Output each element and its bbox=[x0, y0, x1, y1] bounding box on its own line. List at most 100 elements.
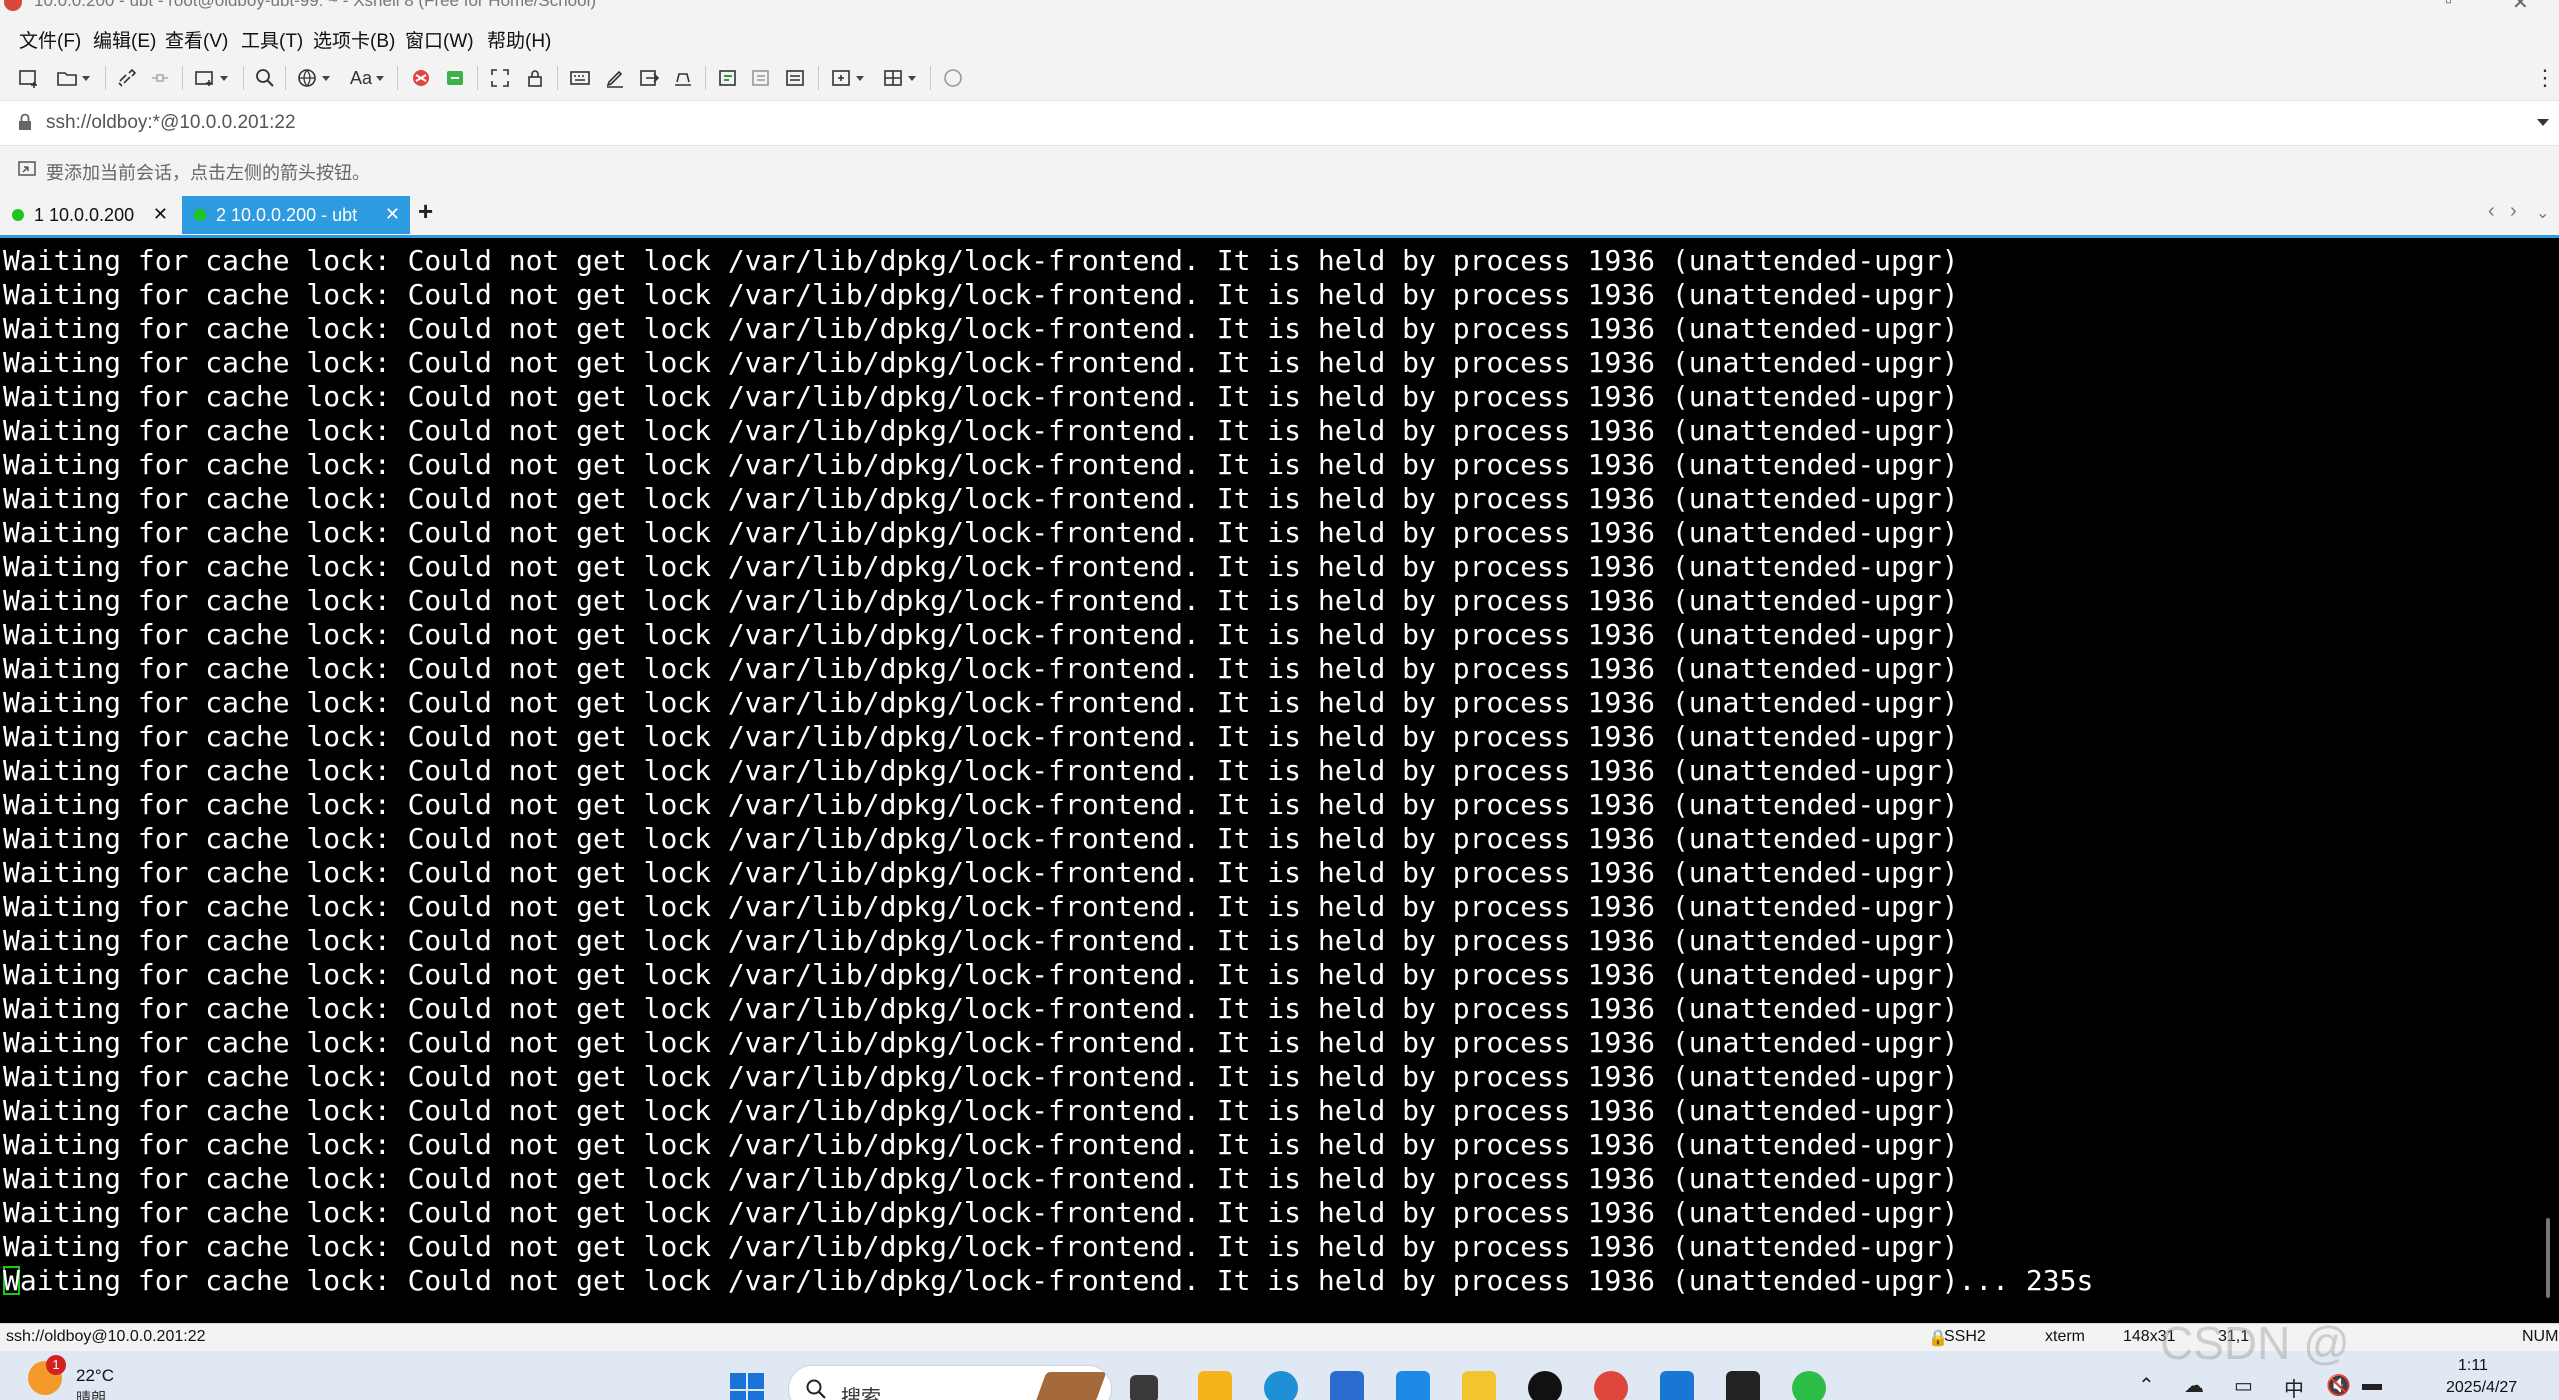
disconnect-icon[interactable] bbox=[145, 63, 175, 93]
weather-temperature: 22°C bbox=[76, 1366, 114, 1385]
compose-icon[interactable] bbox=[668, 63, 698, 93]
highlight-icon[interactable] bbox=[713, 63, 743, 93]
taskbar-search-box[interactable]: 搜索 bbox=[788, 1365, 1112, 1400]
status-terminal-type: xterm bbox=[2045, 1328, 2085, 1345]
menu-window[interactable]: 窗口(W) bbox=[405, 26, 474, 53]
close-tab-icon[interactable]: ✕ bbox=[385, 204, 400, 225]
address-dropdown-icon[interactable] bbox=[2537, 119, 2549, 126]
search-highlight-image bbox=[1035, 1372, 1107, 1400]
search-placeholder: 搜索 bbox=[841, 1387, 881, 1400]
folder-icon[interactable] bbox=[1462, 1371, 1496, 1400]
toolbar-divider bbox=[285, 66, 286, 90]
display-icon[interactable]: ▭ bbox=[2234, 1373, 2253, 1398]
keyboard-icon[interactable] bbox=[565, 63, 595, 93]
search-icon bbox=[805, 1378, 827, 1400]
terminal-line: Waiting for cache lock: Could not get lo… bbox=[3, 448, 1959, 481]
terminal-output[interactable]: Waiting for cache lock: Could not get lo… bbox=[0, 238, 2537, 1323]
menu-view[interactable]: 查看(V) bbox=[165, 26, 228, 53]
menu-tabs[interactable]: 选项卡(B) bbox=[313, 26, 395, 53]
edge-browser-icon[interactable] bbox=[1264, 1371, 1298, 1400]
close-tab-icon[interactable]: ✕ bbox=[153, 204, 168, 225]
tab-list-dropdown-icon[interactable]: ⌄ bbox=[2536, 203, 2549, 223]
qq-penguin-icon[interactable] bbox=[1528, 1371, 1562, 1400]
network-cloud-icon[interactable]: ☁ bbox=[2184, 1373, 2204, 1398]
open-folder-icon[interactable] bbox=[52, 63, 90, 93]
menu-help[interactable]: 帮助(H) bbox=[487, 26, 551, 53]
toolbar: Aa ⋮ bbox=[0, 56, 2559, 100]
add-session-arrow-icon[interactable] bbox=[18, 160, 38, 183]
terminal-scrollbar[interactable] bbox=[2537, 238, 2559, 1323]
terminal-line: Waiting for cache lock: Could not get lo… bbox=[3, 788, 1959, 821]
toolbar-divider bbox=[105, 66, 106, 90]
address-input[interactable]: ssh://oldboy:*@10.0.0.201:22 bbox=[46, 112, 296, 134]
status-connection: ssh://oldboy@10.0.0.201:22 bbox=[6, 1328, 206, 1345]
terminal-line: Waiting for cache lock: Could not get lo… bbox=[3, 1196, 1959, 1229]
terminal-line: Waiting for cache lock: Could not get lo… bbox=[3, 346, 1959, 379]
tab-scroll-right-icon[interactable]: › bbox=[2510, 200, 2517, 223]
fullscreen-icon[interactable] bbox=[485, 63, 515, 93]
menu-tools[interactable]: 工具(T) bbox=[241, 26, 303, 53]
find-icon[interactable] bbox=[250, 63, 280, 93]
close-window-button[interactable]: ✕ bbox=[2512, 0, 2529, 15]
new-tab-icon[interactable] bbox=[190, 63, 228, 93]
clock-date[interactable]: 2025/4/27 bbox=[2446, 1379, 2517, 1397]
notion-icon[interactable] bbox=[1726, 1371, 1760, 1400]
xftp-icon[interactable] bbox=[440, 63, 470, 93]
address-bar[interactable]: ssh://oldboy:*@10.0.0.201:22 bbox=[0, 100, 2559, 146]
toolbar-divider bbox=[397, 66, 398, 90]
tab-scroll-left-icon[interactable]: ‹ bbox=[2488, 200, 2495, 223]
task-view-icon[interactable] bbox=[1130, 1375, 1158, 1400]
ime-indicator[interactable]: 中 bbox=[2284, 1373, 2304, 1400]
terminal-line: Waiting for cache lock: Could not get lo… bbox=[3, 618, 1959, 651]
battery-icon[interactable]: ▬ bbox=[2362, 1373, 2382, 1396]
notepad-icon[interactable] bbox=[1660, 1371, 1694, 1400]
menu-file[interactable]: 文件(F) bbox=[19, 26, 81, 53]
terminal-line: Waiting for cache lock: Could not get lo… bbox=[3, 924, 1959, 957]
show-hidden-icons-icon[interactable]: ⌃ bbox=[2138, 1373, 2155, 1398]
tab-session-2[interactable]: 2 10.0.0.200 - ubt ✕ bbox=[182, 196, 410, 234]
terminal-line: Waiting for cache lock: Could not get lo… bbox=[3, 1094, 1959, 1127]
lock-icon[interactable] bbox=[520, 63, 550, 93]
layout-icon[interactable] bbox=[878, 63, 916, 93]
vscode-icon[interactable] bbox=[1396, 1371, 1430, 1400]
toolbar-divider bbox=[477, 66, 478, 90]
new-window-icon[interactable] bbox=[826, 63, 864, 93]
notes-icon[interactable] bbox=[780, 63, 810, 93]
log-icon[interactable] bbox=[746, 63, 776, 93]
clock-time[interactable]: 1:11 bbox=[2458, 1357, 2488, 1375]
reconnect-icon[interactable] bbox=[112, 63, 142, 93]
file-explorer-folder-icon[interactable] bbox=[1198, 1371, 1232, 1400]
terminal-line: Waiting for cache lock: Could not get lo… bbox=[3, 1026, 1959, 1059]
terminal-line: Waiting for cache lock: Could not get lo… bbox=[3, 278, 1959, 311]
session-hint-text: 要添加当前会话，点击左侧的箭头按钮。 bbox=[46, 163, 370, 183]
terminal-line: Waiting for cache lock: Could not get lo… bbox=[3, 822, 1959, 855]
xshell-taskbar-icon[interactable] bbox=[1594, 1371, 1628, 1400]
terminal-line: Waiting for cache lock: Could not get lo… bbox=[3, 720, 1959, 753]
new-session-icon[interactable] bbox=[14, 63, 44, 93]
session-hint-bar: 要添加当前会话，点击左侧的箭头按钮。 bbox=[0, 146, 2559, 194]
microsoft-store-icon[interactable] bbox=[1330, 1371, 1364, 1400]
terminal-line: Waiting for cache lock: Could not get lo… bbox=[3, 244, 1959, 277]
terminal-line: Waiting for cache lock: Could not get lo… bbox=[3, 1230, 1959, 1263]
maximize-button[interactable]: ▫ bbox=[2445, 0, 2452, 13]
scrollbar-thumb[interactable] bbox=[2546, 1218, 2550, 1298]
transfer-icon[interactable] bbox=[634, 63, 664, 93]
windows-start-icon[interactable] bbox=[730, 1373, 766, 1400]
wechat-icon[interactable] bbox=[1792, 1371, 1826, 1400]
terminal-line: Waiting for cache lock: Could not get lo… bbox=[3, 584, 1959, 617]
xshell-logo-icon[interactable] bbox=[406, 63, 436, 93]
volume-muted-icon[interactable]: 🔇 bbox=[2326, 1373, 2351, 1398]
more-options-icon[interactable]: ⋮ bbox=[2530, 63, 2559, 93]
font-icon[interactable]: Aa bbox=[346, 63, 384, 93]
weather-icon[interactable]: 1 bbox=[28, 1355, 66, 1395]
menu-edit[interactable]: 编辑(E) bbox=[93, 26, 156, 53]
connected-status-icon bbox=[194, 209, 206, 221]
terminal-line-text: Waiting for cache lock: Could not get lo… bbox=[3, 1264, 2094, 1297]
globe-encoding-icon[interactable] bbox=[292, 63, 330, 93]
chat-icon[interactable] bbox=[938, 63, 968, 93]
tab-session-1[interactable]: 1 10.0.0.200 ✕ bbox=[0, 196, 178, 234]
new-tab-plus-icon[interactable]: + bbox=[418, 196, 433, 227]
script-pen-icon[interactable] bbox=[600, 63, 630, 93]
status-numlock: NUM bbox=[2522, 1328, 2559, 1345]
terminal-line: Waiting for cache lock: Could not get lo… bbox=[3, 856, 1959, 889]
